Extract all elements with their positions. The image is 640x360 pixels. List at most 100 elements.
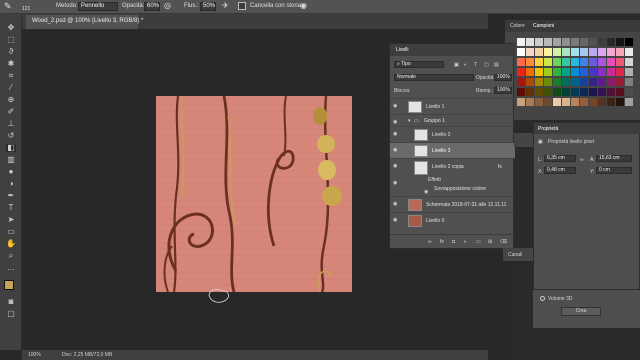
layer-name[interactable]: Livello 3	[432, 148, 450, 154]
layer-row-livello-0[interactable]: ◉ Livello 0	[390, 212, 515, 228]
color-swatch[interactable]	[580, 68, 588, 76]
airbrush-icon[interactable]: ✈	[222, 1, 229, 10]
color-swatch[interactable]	[544, 68, 552, 76]
layer-row-livello-2-copia[interactable]: ◉ Livello 2 copia fx	[390, 158, 515, 176]
tab-color[interactable]: Colore	[510, 23, 525, 29]
eraser-tool-icon[interactable]: ✎	[4, 1, 12, 12]
zoom-tool-icon[interactable]: ⌕	[6, 252, 16, 260]
color-swatch[interactable]	[562, 68, 570, 76]
color-swatch[interactable]	[544, 48, 552, 56]
color-swatch[interactable]	[607, 78, 615, 86]
color-swatch[interactable]	[616, 88, 624, 96]
color-swatch[interactable]	[616, 58, 624, 66]
color-swatch[interactable]	[607, 98, 615, 106]
link-proportions-icon[interactable]: ∞	[580, 157, 584, 163]
visibility-eye-icon[interactable]: ◉	[393, 217, 401, 223]
stamp-tool-icon[interactable]: ⊥	[6, 120, 16, 128]
adjustment-layer-icon[interactable]: ◐	[464, 239, 467, 245]
screen-mode-icon[interactable]: ▢	[6, 310, 16, 318]
color-swatch[interactable]	[517, 58, 525, 66]
color-swatch[interactable]	[580, 48, 588, 56]
color-swatch[interactable]	[571, 68, 579, 76]
properties-title[interactable]: Proprietà	[538, 126, 558, 132]
trash-icon[interactable]: ⌫	[500, 239, 507, 245]
lasso-tool-icon[interactable]: ϑ	[6, 48, 16, 56]
method-select[interactable]: Pennello	[78, 2, 118, 11]
height-input[interactable]: 15,63 cm	[596, 155, 632, 162]
color-swatch[interactable]	[625, 88, 633, 96]
color-swatch[interactable]	[526, 78, 534, 86]
color-swatch[interactable]	[589, 68, 597, 76]
hand-tool-icon[interactable]: ✋	[6, 240, 16, 248]
eyedropper-tool-icon[interactable]: ⁄	[6, 84, 16, 92]
fill-input[interactable]: 100%	[494, 87, 512, 94]
history-brush-tool-icon[interactable]: ↺	[6, 132, 16, 140]
color-swatch[interactable]	[580, 78, 588, 86]
filter-pixel-icon[interactable]: ▣	[454, 62, 459, 68]
color-swatch[interactable]	[517, 38, 525, 46]
color-swatch[interactable]	[526, 58, 534, 66]
color-swatch[interactable]	[607, 38, 615, 46]
color-swatch[interactable]	[517, 68, 525, 76]
channels-tab[interactable]: Canali	[503, 248, 533, 261]
color-swatch[interactable]	[589, 98, 597, 106]
eraser-tool-icon[interactable]: ◧	[6, 144, 16, 152]
create-button[interactable]: Crea	[561, 307, 601, 316]
visibility-eye-icon[interactable]: ◉	[424, 189, 432, 195]
document-canvas[interactable]	[156, 96, 352, 292]
quick-mask-icon[interactable]: ◙	[6, 298, 16, 306]
color-swatch[interactable]	[598, 98, 606, 106]
add-style-icon[interactable]: fx	[440, 239, 444, 245]
color-swatch[interactable]	[535, 68, 543, 76]
flow-input[interactable]: 50%	[200, 2, 216, 11]
color-swatch[interactable]	[535, 78, 543, 86]
color-swatch[interactable]	[571, 48, 579, 56]
tab-swatches[interactable]: Campioni	[533, 23, 554, 29]
visibility-eye-icon[interactable]: ◉	[393, 201, 401, 207]
color-swatch[interactable]	[535, 38, 543, 46]
color-swatch[interactable]	[607, 58, 615, 66]
visibility-eye-icon[interactable]: ◉	[393, 163, 401, 169]
document-tab[interactable]: Wood_2.psd @ 100% (Livello 3, RGB/8) *	[26, 15, 143, 29]
color-swatch[interactable]	[580, 38, 588, 46]
color-swatch[interactable]	[625, 68, 633, 76]
visibility-eye-icon[interactable]: ◉	[393, 147, 401, 153]
color-swatch[interactable]	[526, 48, 534, 56]
color-swatch[interactable]	[571, 78, 579, 86]
layer-row-schermata[interactable]: ◉ Schermata 2018-07-31 alle 12.11.11	[390, 196, 515, 212]
y-input[interactable]: 0 cm	[596, 167, 632, 174]
color-swatch[interactable]	[517, 88, 525, 96]
brush-tool-icon[interactable]: ✐	[6, 108, 16, 116]
color-swatch[interactable]	[535, 58, 543, 66]
visibility-eye-icon[interactable]: ◉	[393, 103, 401, 109]
color-swatch[interactable]	[526, 68, 534, 76]
color-swatch[interactable]	[607, 48, 615, 56]
type-tool-icon[interactable]: T	[6, 204, 16, 212]
zoom-level[interactable]: 100%	[28, 352, 41, 358]
layer-name[interactable]: Schermata 2018-07-31 alle 12.11.11	[426, 202, 506, 208]
color-swatch[interactable]	[553, 68, 561, 76]
color-swatch[interactable]	[526, 98, 534, 106]
color-swatch[interactable]	[589, 58, 597, 66]
blur-tool-icon[interactable]: ●	[6, 168, 16, 176]
color-swatch[interactable]	[616, 78, 624, 86]
group-disclosure-icon[interactable]: ▾	[408, 118, 411, 124]
color-swatch[interactable]	[562, 38, 570, 46]
new-group-icon[interactable]: ▭	[476, 239, 481, 245]
color-swatch[interactable]	[616, 68, 624, 76]
color-swatch[interactable]	[616, 98, 624, 106]
move-tool-icon[interactable]: ✥	[6, 24, 16, 32]
brush-size-value[interactable]: 121	[22, 6, 30, 12]
color-swatch[interactable]	[517, 78, 525, 86]
color-swatch[interactable]	[544, 98, 552, 106]
new-layer-icon[interactable]: ⊞	[488, 239, 492, 245]
color-swatch[interactable]	[607, 88, 615, 96]
layer-filter-select[interactable]: ⌕ Tipo	[394, 61, 444, 68]
layers-panel-title[interactable]: Livelli	[396, 47, 409, 53]
crop-tool-icon[interactable]: ⌗	[6, 72, 16, 80]
color-swatch[interactable]	[616, 38, 624, 46]
layer-opacity-input[interactable]: 100%	[494, 74, 512, 81]
color-swatch[interactable]	[598, 48, 606, 56]
color-swatch[interactable]	[625, 38, 633, 46]
color-swatch[interactable]	[526, 38, 534, 46]
